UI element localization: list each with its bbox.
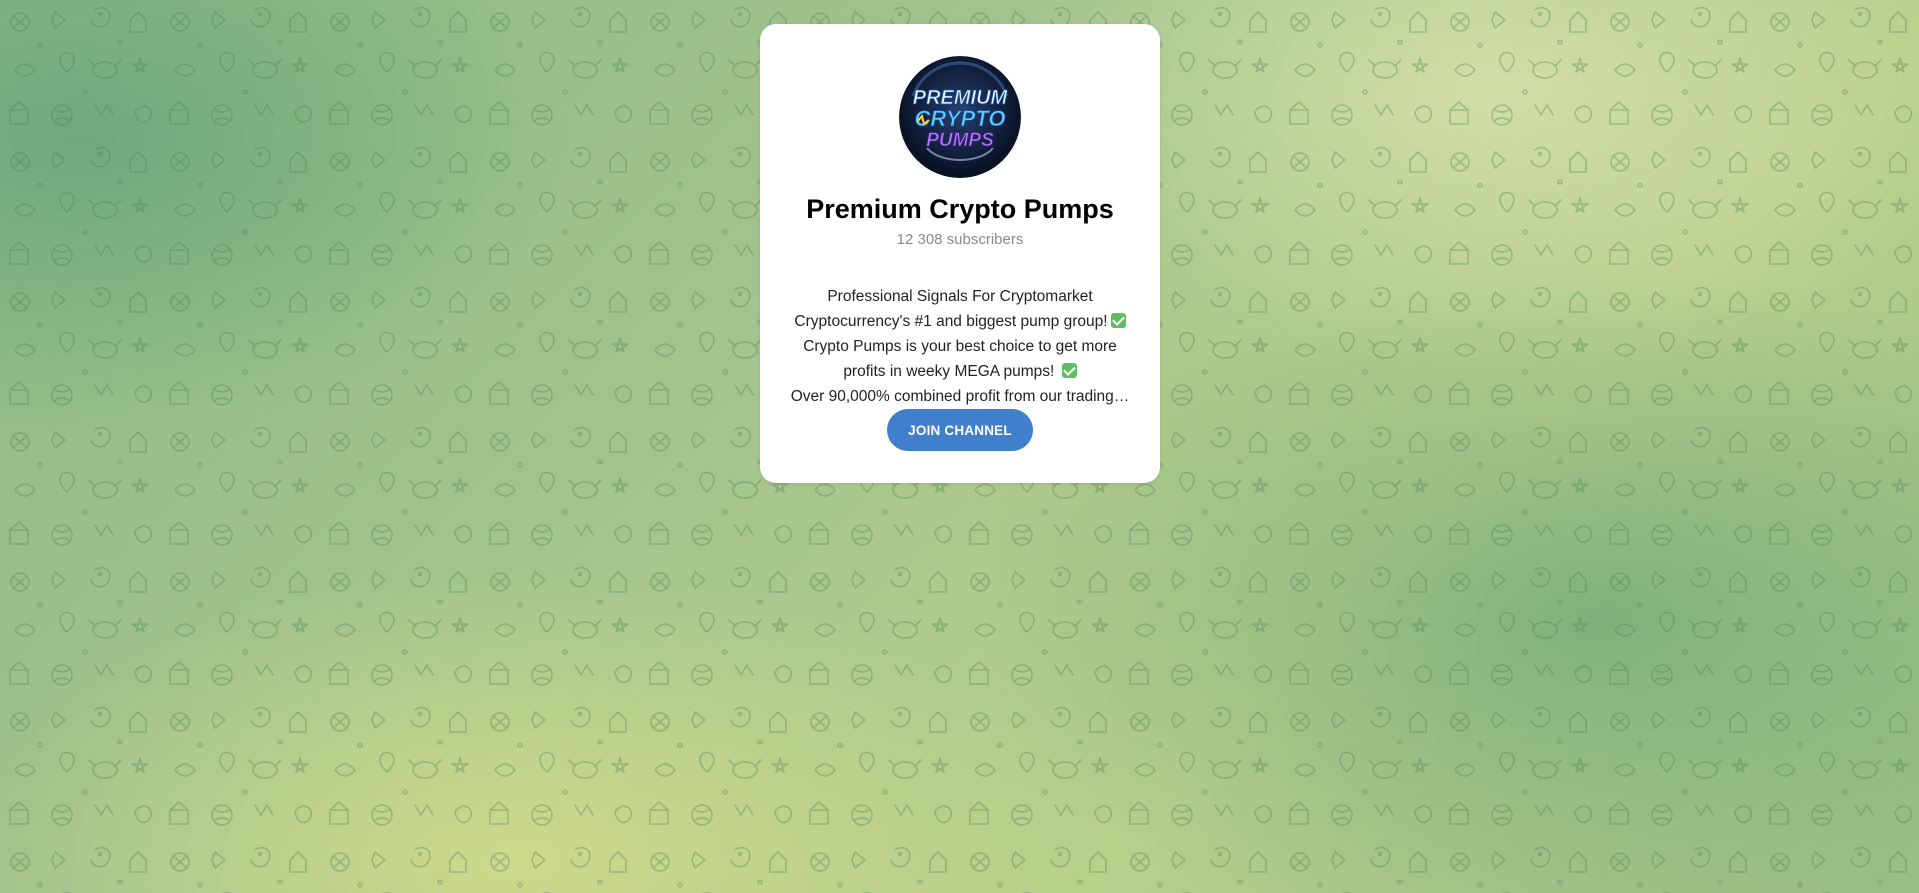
description-line: profits in weeky MEGA pumps! xyxy=(780,359,1140,384)
check-mark-icon xyxy=(1061,363,1077,378)
description-line: Over 90,000% combined profit from our tr… xyxy=(780,384,1140,409)
description-line-text: Crypto Pumps is your best choice to get … xyxy=(803,338,1117,355)
channel-card: PREMIUM CRYPTO PUMPS Premium Crypto Pump… xyxy=(760,24,1160,483)
description-line-text: Over 90,000% combined profit from our tr… xyxy=(790,388,1130,405)
description-line-text: Professional Signals For Cryptomarket xyxy=(827,288,1093,305)
logo-text-pumps: PUMPS xyxy=(926,130,994,151)
description-line-text: Cryptocurrency's #1 and biggest pump gro… xyxy=(794,313,1108,330)
channel-title: Premium Crypto Pumps xyxy=(806,194,1114,224)
join-channel-button[interactable]: JOIN CHANNEL xyxy=(887,409,1033,451)
description-line: Crypto Pumps is your best choice to get … xyxy=(780,334,1140,359)
premium-crypto-pumps-logo: PREMIUM CRYPTO PUMPS xyxy=(899,56,1021,178)
channel-description: Professional Signals For Cryptomarket Cr… xyxy=(780,284,1140,409)
description-line-text: profits in weeky MEGA pumps! xyxy=(843,363,1059,380)
logo-text-crypto: CRYPTO xyxy=(915,106,1006,131)
subscriber-count: 12 308 subscribers xyxy=(896,231,1024,248)
description-line: Cryptocurrency's #1 and biggest pump gro… xyxy=(780,309,1140,334)
description-line: Professional Signals For Cryptomarket xyxy=(780,284,1140,309)
channel-avatar: PREMIUM CRYPTO PUMPS xyxy=(899,56,1021,178)
check-mark-icon xyxy=(1110,313,1126,328)
